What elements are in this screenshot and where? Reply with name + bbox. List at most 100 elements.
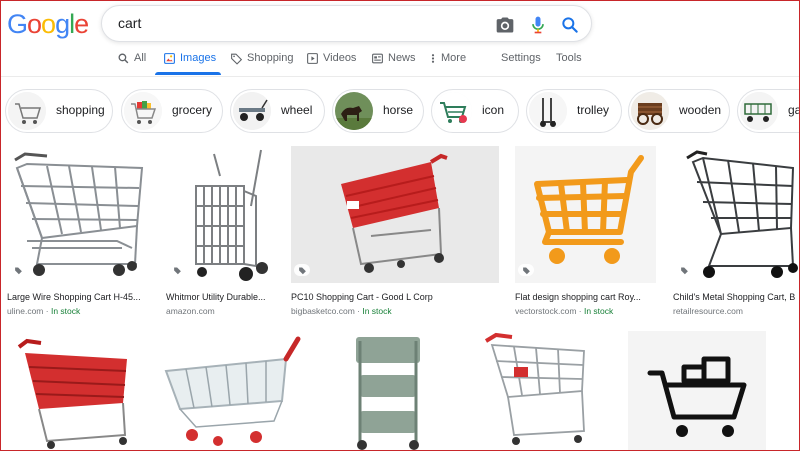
- more-vert-icon: [431, 54, 435, 63]
- image-result[interactable]: PC10 Shopping Cart - Good L Corp bigbask…: [291, 146, 499, 321]
- image-result[interactable]: Whitmor Utility Durable... amazon.com: [166, 146, 274, 321]
- result-image[interactable]: [7, 146, 148, 283]
- tag-icon: [294, 264, 310, 276]
- tab-settings[interactable]: Settings: [501, 48, 541, 76]
- stock-status: In stock: [50, 306, 81, 316]
- result-title[interactable]: PC10 Shopping Cart - Good L Corp: [291, 292, 499, 302]
- tab-label: Settings: [501, 52, 541, 64]
- chip-wheel[interactable]: wheel: [230, 89, 325, 133]
- black-cart-icon-image: [628, 331, 766, 451]
- stock-status: In stock: [362, 306, 392, 316]
- result-title[interactable]: Child's Metal Shopping Cart, B: [673, 292, 800, 302]
- search-icon[interactable]: [560, 15, 580, 35]
- tab-label: More: [441, 52, 467, 64]
- chip-trolley[interactable]: trolley: [526, 89, 622, 133]
- tab-tools[interactable]: Tools: [556, 48, 582, 76]
- chip-shopping[interactable]: shopping: [5, 89, 113, 133]
- image-result[interactable]: Child's Metal Shopping Cart, B retailres…: [673, 146, 800, 321]
- wire-red-handle-cart-image: [484, 332, 585, 445]
- tab-shopping[interactable]: Shopping: [230, 48, 294, 76]
- tag-icon: [10, 264, 26, 276]
- result-image[interactable]: [628, 331, 766, 451]
- tab-videos[interactable]: Videos: [306, 48, 356, 76]
- result-domain: retailresource.com: [673, 306, 743, 316]
- tab-news[interactable]: News: [371, 48, 416, 76]
- result-source: amazon.com: [166, 306, 215, 316]
- tab-label: Videos: [323, 52, 357, 64]
- image-result[interactable]: [628, 331, 766, 451]
- tab-label: Tools: [556, 52, 582, 64]
- child-metal-cart-image: [686, 150, 798, 278]
- tab-more[interactable]: More: [429, 48, 466, 76]
- chip-label: grocery: [172, 103, 213, 117]
- chip-thumbnail: [335, 92, 373, 130]
- result-source: vectorstock.com · In stock: [515, 306, 614, 316]
- chip-icon[interactable]: icon: [431, 89, 519, 133]
- tab-all[interactable]: All: [117, 48, 146, 76]
- result-domain: uline.com: [7, 306, 44, 316]
- image-result[interactable]: Flat design shopping cart Roy... vectors…: [515, 146, 656, 321]
- result-title[interactable]: Large Wire Shopping Cart H-45...: [7, 292, 148, 302]
- logo-letter: o: [41, 9, 56, 39]
- chip-horse[interactable]: horse: [332, 89, 424, 133]
- result-image[interactable]: [166, 146, 274, 283]
- logo-letter: e: [74, 9, 89, 39]
- chip-wooden[interactable]: wooden: [628, 89, 730, 133]
- chip-label: wooden: [679, 103, 722, 117]
- result-image[interactable]: [474, 331, 612, 451]
- result-image[interactable]: [156, 331, 306, 451]
- logo-letter: G: [7, 9, 28, 39]
- chip-thumbnail: [233, 92, 271, 130]
- chip-label: icon: [482, 103, 505, 117]
- camera-icon[interactable]: [495, 15, 515, 35]
- chip-label: ga: [788, 103, 800, 117]
- result-title[interactable]: Whitmor Utility Durable...: [166, 292, 274, 302]
- result-image[interactable]: [673, 146, 800, 283]
- image-result[interactable]: [320, 331, 458, 451]
- red-basket-cart-image: [17, 338, 127, 449]
- orange-cart-icon-image: [515, 146, 656, 283]
- result-image[interactable]: [291, 146, 499, 283]
- image-result[interactable]: [474, 331, 612, 451]
- result-image[interactable]: [320, 331, 458, 451]
- chip-thumbnail: [124, 92, 162, 130]
- result-image[interactable]: [515, 146, 656, 283]
- search-box[interactable]: [101, 5, 592, 42]
- chip-thumbnail: [631, 92, 669, 130]
- result-source: uline.com · In stock: [7, 306, 81, 316]
- red-cart-image: [291, 146, 499, 283]
- chip-label: trolley: [577, 103, 610, 117]
- chip-ga[interactable]: ga: [737, 89, 800, 133]
- chip-grocery[interactable]: grocery: [121, 89, 223, 133]
- image-result[interactable]: [156, 331, 306, 451]
- search-tabs: All Images Shopping Videos News More Set…: [0, 48, 800, 76]
- image-result[interactable]: Large Wire Shopping Cart H-45... uline.c…: [7, 146, 148, 321]
- stock-status: In stock: [583, 306, 614, 316]
- chip-thumbnail: [434, 92, 472, 130]
- tab-label: Shopping: [247, 52, 294, 64]
- tag-icon: [169, 264, 185, 276]
- tag-icon: [231, 53, 243, 65]
- chip-thumbnail: [8, 92, 46, 130]
- result-source: retailresource.com: [673, 306, 743, 316]
- mic-icon[interactable]: [528, 15, 548, 35]
- tab-label: All: [134, 52, 147, 64]
- image-result[interactable]: [7, 331, 143, 451]
- result-title[interactable]: Flat design shopping cart Roy...: [515, 292, 656, 302]
- search-icon: [118, 53, 129, 64]
- chip-thumbnail: [740, 92, 778, 130]
- play-icon: [307, 53, 318, 64]
- chip-thumbnail: [529, 92, 567, 130]
- search-input[interactable]: [118, 15, 478, 31]
- result-domain: bigbasketco.com: [291, 306, 355, 316]
- result-image[interactable]: [7, 331, 143, 451]
- chip-label: wheel: [281, 103, 313, 117]
- tab-label: News: [388, 52, 416, 64]
- wire-cart-image: [14, 152, 144, 276]
- utility-cart-image: [195, 149, 268, 281]
- image-icon: [164, 53, 175, 64]
- logo-letter: g: [55, 9, 70, 39]
- result-domain: amazon.com: [166, 306, 215, 316]
- google-logo[interactable]: Google: [7, 9, 89, 39]
- chip-label: horse: [383, 103, 414, 117]
